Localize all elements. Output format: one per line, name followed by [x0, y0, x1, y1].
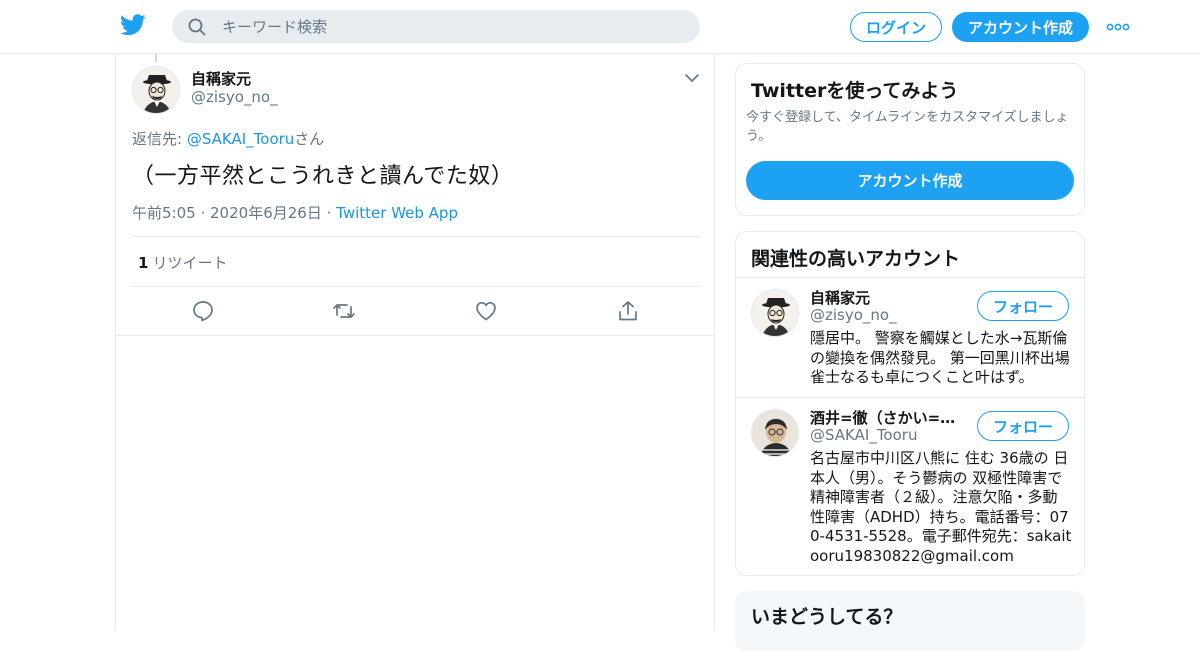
tweet-time[interactable]: 午前5:05	[132, 204, 196, 222]
meta-dot: ·	[200, 204, 211, 222]
related-accounts-card: 関連性の高いアカウント 自稱家元 @zisyo_no_ フォロー 隱居中。 警察…	[735, 231, 1085, 576]
tweet-meta: 午前5:05 · 2020年6月26日 · Twitter Web App	[132, 202, 458, 223]
login-button[interactable]: ログイン	[850, 12, 942, 42]
related-account[interactable]: 酒井=徹（さかい=とおる） @SAKAI_Tooru フォロー 名古屋市中川区八…	[736, 397, 1084, 577]
account-handle[interactable]: @zisyo_no_	[810, 306, 897, 324]
avatar[interactable]	[132, 66, 180, 114]
related-account[interactable]: 自稱家元 @zisyo_no_ フォロー 隱居中。 警察を觸媒とした水→瓦斯倫の…	[736, 277, 1084, 397]
signup-card-description: 今すぐ登録して、タイムラインをカスタマイズしましょう。	[746, 110, 1069, 144]
divider	[131, 236, 700, 237]
reply-context: 返信先: @SAKAI_Tooruさん	[132, 128, 324, 149]
account-name[interactable]: 自稱家元	[810, 287, 870, 308]
search-icon	[188, 18, 206, 36]
avatar-illustration	[752, 290, 798, 336]
like-icon[interactable]	[474, 299, 498, 323]
avatar[interactable]	[751, 409, 799, 457]
reply-prefix: 返信先:	[132, 130, 187, 148]
chevron-down-icon[interactable]	[684, 70, 700, 86]
follow-button[interactable]: フォロー	[977, 411, 1069, 441]
trends-title: いまどうしてる？	[751, 606, 903, 628]
author-handle[interactable]: @zisyo_no_	[191, 88, 278, 106]
signup-button[interactable]: アカウント作成	[952, 12, 1089, 42]
account-bio: 名古屋市中川区八熊に 住む 36歳の 日本人（男）。そう鬱病の 双極性障害で 精…	[810, 449, 1072, 565]
top-bar: ログイン アカウント作成	[0, 0, 1200, 54]
signup-card-title: Twitterを使ってみよう	[751, 80, 959, 102]
twitter-logo-icon[interactable]	[120, 14, 146, 36]
follow-button[interactable]: フォロー	[977, 291, 1069, 321]
avatar[interactable]	[751, 289, 799, 337]
tweet-date[interactable]: 2020年6月26日	[210, 204, 322, 222]
more-icon[interactable]	[1106, 18, 1130, 36]
avatar-illustration	[133, 67, 179, 113]
meta-dot: ·	[326, 204, 337, 222]
share-icon[interactable]	[616, 299, 640, 323]
signup-card: Twitterを使ってみよう 今すぐ登録して、タイムラインをカスタマイズしましょ…	[735, 63, 1085, 216]
related-accounts-title: 関連性の高いアカウント	[751, 248, 961, 270]
retweet-icon[interactable]	[332, 299, 356, 323]
search-bar[interactable]	[172, 10, 700, 43]
reply-suffix: さん	[294, 130, 325, 148]
retweet-stats[interactable]: 1 リツイート	[138, 252, 227, 273]
divider	[131, 286, 700, 287]
tweet-text: （一方平然とこうれきと讀んでた奴）	[132, 164, 514, 189]
account-name[interactable]: 酒井=徹（さかい=とおる）	[810, 407, 970, 428]
retweet-count: 1	[138, 254, 149, 272]
account-handle[interactable]: @SAKAI_Tooru	[810, 426, 917, 444]
tweet-source-link[interactable]: Twitter Web App	[336, 204, 458, 222]
author-name[interactable]: 自稱家元	[191, 68, 251, 89]
reply-mention-link[interactable]: @SAKAI_Tooru	[187, 130, 294, 148]
search-input[interactable]	[222, 10, 682, 43]
reply-icon[interactable]	[191, 299, 215, 323]
divider	[116, 335, 714, 336]
tweet-detail: 自稱家元 @zisyo_no_ 返信先: @SAKAI_Tooruさん （一方平…	[115, 54, 715, 630]
thread-line	[155, 54, 157, 62]
retweet-label: リツイート	[152, 254, 228, 272]
trends-card: いまどうしてる？	[735, 591, 1085, 651]
avatar-photo	[752, 410, 798, 456]
account-bio: 隱居中。 警察を觸媒とした水→瓦斯倫の變換を偶然發見。 第一回黑川杯出場雀士なる…	[810, 329, 1070, 386]
signup-card-button[interactable]: アカウント作成	[746, 161, 1074, 200]
